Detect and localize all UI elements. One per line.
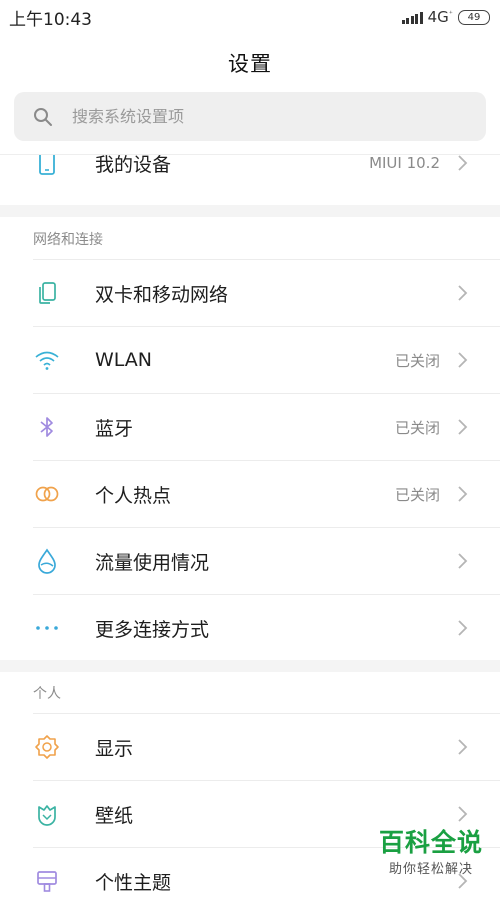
settings-item-bluetooth[interactable]: 蓝牙 已关闭 (0, 394, 500, 460)
settings-item-value: 已关闭 (394, 418, 440, 437)
page-title: 设置 (228, 52, 272, 76)
data-usage-icon (34, 548, 60, 574)
chevron-right-icon (458, 285, 468, 301)
watermark-subtitle: 助你轻松解决 (388, 862, 473, 877)
settings-item-sim[interactable]: 双卡和移动网络 (0, 260, 500, 326)
search-icon (34, 107, 52, 126)
settings-item-value: MIUI 10.2 (369, 154, 440, 172)
settings-item-label: 蓝牙 (95, 417, 134, 440)
bluetooth-icon (34, 414, 60, 440)
settings-item-label: 个性主题 (95, 871, 172, 894)
section-header-network: 网络和连接 (33, 232, 103, 248)
section-gap (0, 205, 500, 217)
watermark-logo: 百科全说 助你轻松解决 (379, 828, 483, 877)
status-icons: 4G⁺ 49 (401, 8, 490, 26)
status-bar: 上午10:43 4G⁺ 49 (0, 0, 500, 34)
more-dots-icon (34, 615, 60, 641)
chevron-right-icon (458, 486, 468, 502)
chevron-right-icon (458, 739, 468, 755)
settings-item-wlan[interactable]: WLAN 已关闭 (0, 327, 500, 393)
network-type: 4G⁺ (427, 8, 453, 26)
settings-item-data-usage[interactable]: 流量使用情况 (0, 528, 500, 594)
settings-item-display[interactable]: 显示 (0, 714, 500, 780)
wallpaper-icon (34, 801, 60, 827)
settings-item-label: 流量使用情况 (95, 551, 210, 574)
status-time: 上午10:43 (9, 9, 92, 30)
theme-icon (34, 868, 60, 894)
settings-item-label: WLAN (95, 349, 153, 371)
hotspot-icon (34, 481, 60, 507)
sim-cards-icon (34, 280, 60, 306)
settings-item-more-connections[interactable]: 更多连接方式 (0, 595, 500, 661)
settings-item-value: 已关闭 (394, 351, 440, 370)
section-header-personal: 个人 (33, 686, 61, 702)
chevron-right-icon (458, 553, 468, 569)
chevron-right-icon (458, 806, 468, 822)
settings-item-hotspot[interactable]: 个人热点 已关闭 (0, 461, 500, 527)
settings-item-label: 个人热点 (95, 484, 172, 507)
settings-item-label: 壁纸 (95, 804, 134, 827)
settings-item-label: 显示 (95, 737, 134, 760)
settings-item-label: 更多连接方式 (95, 618, 210, 641)
battery-icon: 49 (458, 9, 490, 25)
settings-item-value: 已关闭 (394, 485, 440, 504)
signal-icon (401, 11, 423, 24)
display-sun-icon (34, 734, 60, 760)
chevron-right-icon (458, 352, 468, 368)
divider (0, 154, 500, 155)
section-gap (0, 660, 500, 672)
watermark-title: 百科全说 (378, 828, 483, 857)
wifi-icon (34, 347, 60, 373)
search-input[interactable] (70, 106, 434, 127)
chevron-right-icon (458, 620, 468, 636)
scroll-clip (0, 141, 500, 154)
settings-item-label: 双卡和移动网络 (95, 283, 229, 306)
chevron-right-icon (458, 155, 468, 171)
chevron-right-icon (458, 419, 468, 435)
settings-item-my-device[interactable]: 我的设备 MIUI 10.2 (0, 130, 500, 196)
